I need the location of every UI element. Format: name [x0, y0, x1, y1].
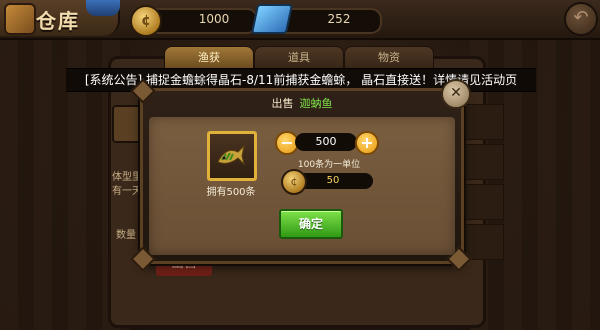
tab-strip: 渔获 道具 物资 [164, 46, 434, 70]
page-title: 仓库 [36, 9, 80, 33]
dialog-title: 出售 [271, 97, 294, 110]
tab-supplies[interactable]: 物资 [344, 46, 434, 70]
item-name: 迦蚋鱼 [299, 97, 333, 110]
quantity-label: 数量 [116, 230, 136, 241]
gold-value: 1000 [198, 12, 230, 26]
owned-count: 拥有500条 [206, 187, 256, 198]
top-bar: 仓库 ¢ 1000 252 ↶ [0, 0, 600, 40]
warehouse-icon [4, 3, 36, 35]
sell-dialog: 出售 迦蚋鱼 ✕ 拥有500条 − 500 + 100条为一单位 50 ¢ 确定 [130, 78, 472, 272]
gem-crystal-icon [250, 4, 294, 34]
gold-coin-icon: ¢ [281, 169, 307, 195]
dialog-header: 出售 迦蚋鱼 [143, 91, 461, 117]
banner-logo-icon [86, 0, 120, 16]
inventory-slot[interactable] [462, 144, 504, 180]
confirm-button[interactable]: 确定 [279, 209, 343, 239]
quantity-field[interactable]: 500 [295, 133, 357, 151]
unit-note: 100条为一单位 [297, 160, 361, 170]
back-button[interactable]: ↶ [564, 2, 598, 36]
gem-counter[interactable]: 252 [250, 4, 382, 34]
fish-icon [217, 144, 245, 166]
item-description-line: 有一天 [112, 186, 142, 197]
tab-catch[interactable]: 渔获 [164, 46, 254, 70]
item-description-line: 体型里 [112, 172, 142, 183]
gem-value: 252 [327, 12, 351, 26]
close-button[interactable]: ✕ [441, 79, 471, 109]
item-slot [207, 131, 257, 181]
gold-coin-icon: ¢ [130, 5, 162, 37]
tab-items[interactable]: 道具 [254, 46, 344, 70]
inventory-slot[interactable] [462, 184, 504, 220]
dialog-body: 拥有500条 − 500 + 100条为一单位 50 ¢ 确定 [149, 117, 455, 255]
inventory-slot[interactable] [462, 104, 504, 140]
gold-counter[interactable]: ¢ 1000 [130, 5, 258, 37]
increase-quantity-button[interactable]: + [355, 131, 379, 155]
